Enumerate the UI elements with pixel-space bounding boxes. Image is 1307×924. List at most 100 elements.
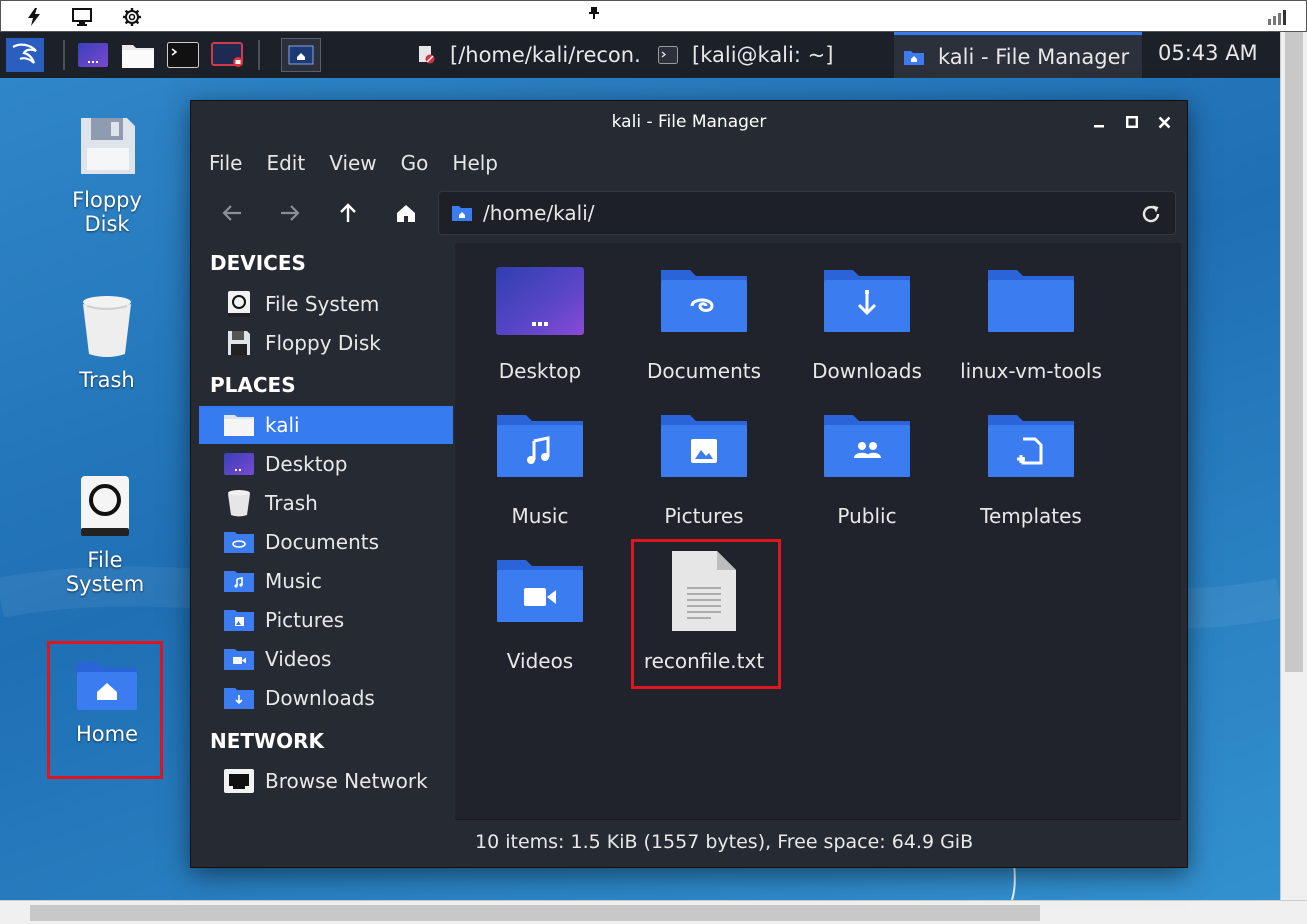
music-folder-icon [223, 568, 255, 594]
sidebar: DEVICES File System Floppy Disk PLACES k… [199, 243, 453, 853]
sidebar-item-label: Videos [265, 647, 332, 671]
desktop-icon-home[interactable]: Home [47, 656, 167, 746]
file-item-label: reconfile.txt [643, 649, 765, 673]
taskbar-item-terminal[interactable]: [kali@kali: ~] [642, 32, 894, 78]
home-folder-icon [75, 656, 139, 712]
monitor-icon[interactable] [71, 6, 93, 28]
sidebar-header-devices: DEVICES [210, 251, 306, 275]
menu-help[interactable]: Help [452, 151, 498, 175]
forward-button[interactable] [273, 197, 307, 229]
home-folder-icon [904, 50, 924, 65]
floppy-disk-icon [223, 330, 255, 356]
gear-icon[interactable] [121, 6, 143, 28]
desktop-icon-trash[interactable]: Trash [47, 294, 167, 392]
home-button[interactable] [389, 197, 423, 229]
lightning-icon[interactable] [23, 6, 45, 28]
file-item-desktop[interactable]: Desktop [460, 261, 620, 383]
sidebar-item-browse-network[interactable]: Browse Network [199, 762, 453, 800]
file-manager-launcher-icon[interactable] [120, 38, 156, 72]
horizontal-scrollbar[interactable] [0, 900, 1307, 924]
taskbar-item-editor[interactable]: [/home/kali/recon... [400, 32, 642, 78]
desktop-folder-icon [460, 261, 620, 341]
up-button[interactable] [331, 197, 365, 229]
menu-view[interactable]: View [329, 151, 376, 175]
sidebar-item-label: Music [265, 569, 322, 593]
file-item-label: linux-vm-tools [960, 359, 1102, 383]
desktop-icon-floppy-disk[interactable]: Floppy Disk [47, 114, 167, 236]
arrow-left-icon [222, 205, 241, 221]
trash-icon [77, 294, 137, 358]
file-item-pictures[interactable]: Pictures [624, 406, 784, 528]
sidebar-item-floppy-disk[interactable]: Floppy Disk [199, 324, 453, 362]
reload-icon[interactable] [1139, 202, 1163, 230]
downloads-folder-icon [223, 685, 255, 711]
videos-folder-icon [460, 551, 620, 631]
desktop-icon [223, 451, 255, 477]
file-item-public[interactable]: Public [787, 406, 947, 528]
scrollbar-thumb[interactable] [30, 905, 1040, 921]
sidebar-item-music[interactable]: Music [199, 562, 453, 600]
close-button[interactable] [1152, 110, 1176, 134]
file-item-label: Templates [980, 504, 1082, 528]
location-bar[interactable] [438, 191, 1176, 235]
file-item-label: Documents [646, 359, 762, 383]
trash-icon [223, 490, 255, 517]
sidebar-item-kali[interactable]: kali [199, 406, 453, 444]
kali-menu-icon[interactable] [6, 38, 44, 72]
menu-go[interactable]: Go [401, 151, 429, 175]
file-item-documents[interactable]: Documents [624, 261, 784, 383]
terminal-icon [658, 46, 678, 64]
documents-folder-icon [223, 529, 255, 555]
desktop-icon-label: File System [65, 548, 145, 596]
sidebar-item-pictures[interactable]: Pictures [199, 601, 453, 639]
file-manager-window: kali - File Manager File Edit View Go He… [190, 100, 1188, 868]
sidebar-header-places: PLACES [210, 373, 296, 397]
arrow-right-icon [281, 205, 300, 221]
show-desktop-icon[interactable] [76, 38, 110, 72]
file-item-music[interactable]: Music [460, 406, 620, 528]
file-item-reconfile-txt[interactable]: reconfile.txt [624, 551, 784, 673]
editor-icon [419, 46, 435, 64]
sidebar-item-label: Browse Network [265, 769, 428, 793]
file-item-downloads[interactable]: Downloads [787, 261, 947, 383]
sidebar-item-videos[interactable]: Videos [199, 640, 453, 678]
menu-file[interactable]: File [209, 151, 242, 175]
file-item-linux-vm-tools[interactable]: linux-vm-tools [951, 261, 1111, 383]
file-item-label: Videos [506, 649, 574, 673]
sidebar-item-label: Desktop [265, 452, 348, 476]
sidebar-item-downloads[interactable]: Downloads [199, 679, 453, 717]
floppy-disk-icon [77, 114, 137, 178]
file-item-templates[interactable]: Templates [951, 406, 1111, 528]
sidebar-item-trash[interactable]: Trash [199, 484, 453, 522]
vertical-scrollbar[interactable] [1280, 32, 1307, 900]
minimize-button[interactable] [1087, 110, 1111, 134]
panel-separator [258, 40, 260, 70]
toolbar [191, 185, 1187, 241]
arrow-up-icon [340, 203, 356, 222]
file-view[interactable]: Desktop Documents Downloads linux-vm-too… [455, 243, 1181, 819]
sidebar-item-desktop[interactable]: Desktop [199, 445, 453, 483]
workspace-switcher-icon[interactable] [281, 38, 321, 72]
scrollbar-thumb[interactable] [1285, 32, 1303, 672]
pin-icon[interactable] [589, 7, 599, 22]
clock[interactable]: 05:43 AM [1158, 41, 1258, 65]
sidebar-item-documents[interactable]: Documents [199, 523, 453, 561]
file-item-label: Public [837, 504, 897, 528]
terminal-launcher-icon[interactable] [166, 38, 200, 72]
file-item-videos[interactable]: Videos [460, 551, 620, 673]
sidebar-item-file-system[interactable]: File System [199, 285, 453, 323]
menu-bar: File Edit View Go Help [191, 145, 522, 181]
panel-separator [63, 40, 65, 70]
videos-folder-icon [223, 646, 255, 672]
window-titlebar[interactable]: kali - File Manager [191, 101, 1187, 143]
home-folder-icon [223, 412, 255, 438]
back-button[interactable] [215, 197, 249, 229]
location-input[interactable] [483, 201, 1123, 225]
sidebar-item-label: Trash [265, 491, 318, 515]
menu-edit[interactable]: Edit [266, 151, 305, 175]
screen-recorder-launcher-icon[interactable] [210, 38, 246, 72]
maximize-button[interactable] [1120, 110, 1144, 134]
desktop-icon-file-system[interactable]: File System [45, 474, 165, 596]
taskbar-item-file-manager[interactable]: kali - File Manager [894, 32, 1142, 78]
network-icon [223, 768, 255, 794]
